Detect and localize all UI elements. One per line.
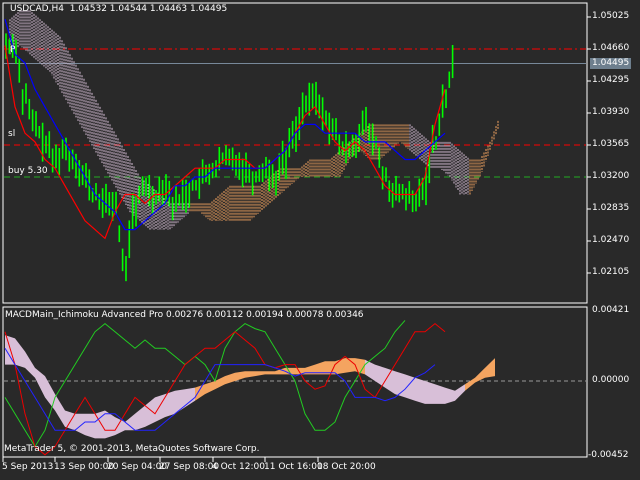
macd-green-line [4,320,406,448]
time-axis-label: 27 Sep 08:00 [159,462,220,472]
current-price-badge: 1.04495 [590,58,632,69]
symbol: USDCAD [10,4,49,14]
sl-label: sl [8,129,16,139]
price-axis-label: 1.03930 [592,107,630,117]
macd-red-line [4,322,446,456]
ohlc-values: 1.04532 1.04544 1.04463 1.04495 [69,4,228,14]
price-axis-label: 1.03200 [592,171,630,181]
macd-cloud [465,358,495,391]
indicator-plot [4,320,586,456]
time-axis-label: 11 Oct 16:00 [264,462,323,472]
p-marker: P [10,45,16,55]
time-axis-label: 5 Sep 2013 [2,462,54,472]
macd-cloud [365,359,465,404]
time-axis-label: 18 Oct 20:00 [317,462,376,472]
price-axis-label: 1.04660 [592,43,630,53]
time-axis-label: 4 Oct 12:00 [212,462,265,472]
price-axis-label: 1.05025 [592,11,630,21]
kijun-sen-line [4,19,446,231]
copyright: MetaTrader 5, © 2001-2013, MetaQuotes So… [4,444,260,454]
indicator-title: MACDMain_Ichimoku Advanced Pro 0.00276 0… [5,310,364,320]
price-axis-label: 1.02105 [592,267,630,277]
chart-canvas[interactable] [0,0,640,480]
indicator-axis-zero: 0.00000 [592,375,630,385]
price-axis-label: 1.02470 [592,235,630,245]
timeframe: H4 [51,4,64,14]
price-axis-label: 1.03565 [592,139,630,149]
chart-header: USDCAD,H4 1.04532 1.04544 1.04463 1.0449… [10,4,228,14]
price-axis-label: 1.02835 [592,203,630,213]
price-plot [4,10,586,282]
buy-order-label[interactable]: buy 5.30 [8,166,48,177]
time-axis-label: 13 Sep 00:00 [54,462,115,472]
indicator-axis-min: -0.00452 [588,450,629,460]
price-axis-label: 1.04295 [592,75,630,85]
indicator-axis-max: 0.00421 [592,305,630,315]
main-chart-frame [2,2,588,304]
